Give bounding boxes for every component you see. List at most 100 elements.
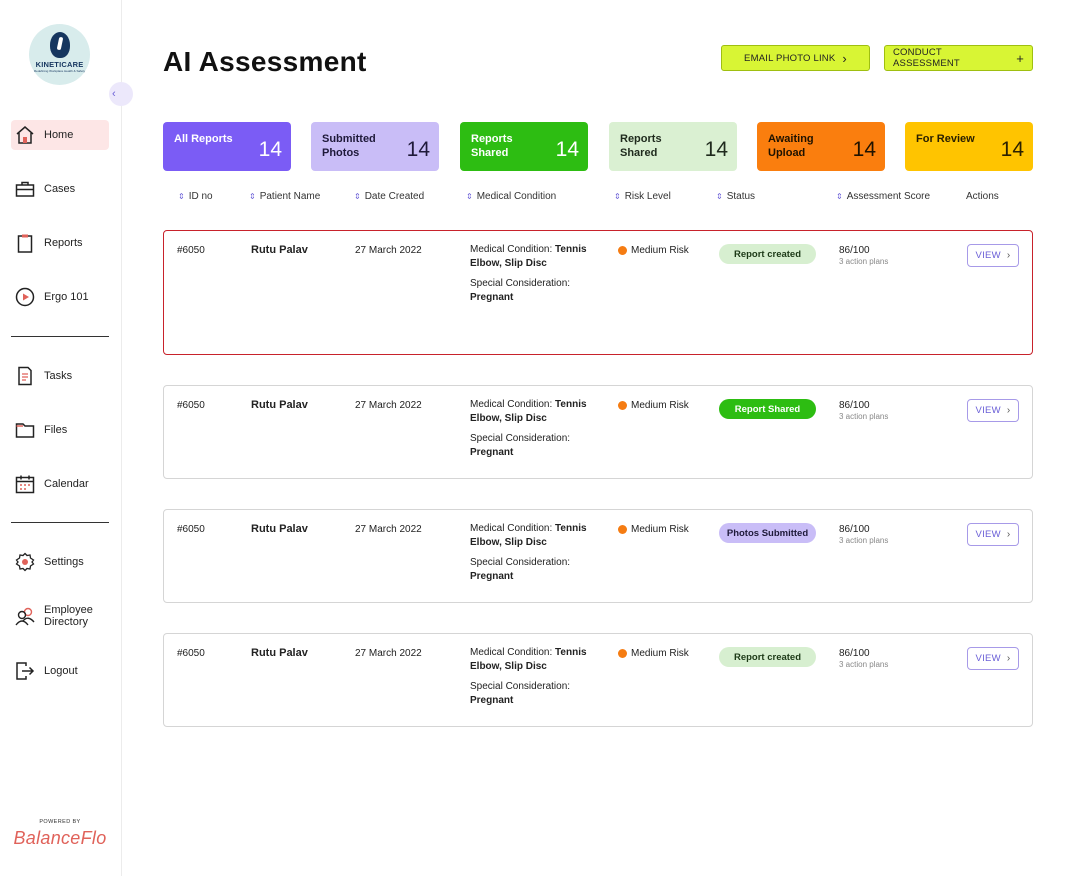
plus-icon: + — [1016, 50, 1024, 66]
stat-card-count: 14 — [852, 138, 876, 161]
row-assessment-score: 86/100 3 action plans — [839, 245, 888, 266]
row-assessment-score: 86/100 3 action plans — [839, 400, 888, 421]
play-circle-icon — [15, 287, 35, 307]
special-consideration-value: Pregnant — [470, 292, 514, 303]
sidebar-item-home[interactable]: Home — [11, 120, 109, 150]
stat-card[interactable]: Reports Shared 14 — [609, 122, 737, 171]
stat-card-label: Reports Shared — [620, 133, 662, 159]
row-risk-level: Medium Risk — [618, 524, 689, 535]
sidebar-item-ergo-101[interactable]: Ergo 101 — [11, 282, 109, 312]
row-special-consideration: Special Consideration: Pregnant — [470, 556, 605, 584]
stat-card[interactable]: All Reports 14 — [163, 122, 291, 171]
stat-card-label: All Reports — [174, 133, 233, 145]
sort-icon: ⇕ — [466, 191, 473, 201]
column-header-status[interactable]: ⇕ Status — [716, 191, 755, 202]
score-value: 86/100 — [839, 245, 870, 256]
row-date-created: 27 March 2022 — [355, 524, 422, 535]
sidebar-item-calendar[interactable]: Calendar — [11, 469, 109, 499]
home-icon — [15, 125, 35, 145]
logo-figure-icon — [49, 32, 70, 58]
gear-icon — [15, 552, 35, 572]
row-special-consideration: Special Consideration: Pregnant — [470, 277, 605, 305]
clipboard-icon — [15, 233, 35, 253]
view-button[interactable]: VIEW › — [967, 244, 1019, 267]
row-risk-level: Medium Risk — [618, 648, 689, 659]
special-consideration-value: Pregnant — [470, 571, 514, 582]
row-risk-level: Medium Risk — [618, 245, 689, 256]
view-button[interactable]: VIEW › — [967, 523, 1019, 546]
column-header-medical-condition[interactable]: ⇕ Medical Condition — [466, 191, 556, 202]
row-medical-condition: Medical Condition: Tennis Elbow, Slip Di… — [470, 243, 605, 271]
stat-card[interactable]: Submitted Photos 14 — [311, 122, 439, 171]
risk-dot-icon — [618, 401, 627, 410]
collapse-sidebar-button[interactable]: ‹ — [109, 82, 133, 106]
table-row[interactable]: #6050 Rutu Palav 27 March 2022 Medical Cond… — [163, 230, 1033, 355]
stat-card-count: 14 — [1000, 138, 1024, 161]
sidebar-item-reports[interactable]: Reports — [11, 228, 109, 258]
score-action-plans: 3 action plans — [839, 412, 889, 421]
briefcase-icon — [15, 179, 35, 199]
special-consideration-label: Special Consideration: — [470, 681, 571, 692]
view-button[interactable]: VIEW › — [967, 399, 1019, 422]
people-icon — [15, 606, 35, 626]
sidebar-item-files[interactable]: Files — [11, 415, 109, 445]
sort-icon: ⇕ — [716, 191, 723, 201]
row-patient-name: Rutu Palav — [251, 647, 308, 659]
row-medical-condition: Medical Condition: Tennis Elbow, Slip Di… — [470, 646, 605, 674]
conduct-assessment-button[interactable]: CONDUCT ASSESSMENT + — [884, 45, 1033, 71]
chevron-right-icon: › — [1006, 250, 1011, 261]
sort-icon: ⇕ — [354, 191, 361, 201]
chevron-right-icon: › — [1006, 529, 1011, 540]
email-photo-link-button[interactable]: EMAIL PHOTO LINK › — [721, 45, 870, 71]
column-header-assessment-score[interactable]: ⇕ Assessment Score — [836, 191, 930, 202]
special-consideration-value: Pregnant — [470, 695, 514, 706]
special-consideration-label: Special Consideration: — [470, 278, 571, 289]
column-header-date-created[interactable]: ⇕ Date Created — [354, 191, 424, 202]
table-row[interactable]: #6050 Rutu Palav 27 March 2022 Medical Cond… — [163, 385, 1033, 479]
page-title: AI Assessment — [163, 46, 367, 77]
row-id: #6050 — [177, 524, 205, 535]
task-list-icon — [15, 366, 35, 386]
status-badge: Report created — [719, 244, 816, 264]
row-id: #6050 — [177, 648, 205, 659]
column-header-patient-name[interactable]: ⇕ Patient Name — [249, 191, 320, 202]
sidebar-item-cases[interactable]: Cases — [11, 174, 109, 204]
sidebar-item-logout[interactable]: Logout — [11, 656, 109, 686]
row-special-consideration: Special Consideration: Pregnant — [470, 680, 605, 708]
stat-card-count: 14 — [406, 138, 430, 161]
row-id: #6050 — [177, 245, 205, 256]
kineticare-logo[interactable]: KINETICARE Redefining Workplace Health &… — [29, 24, 90, 85]
status-badge: Report created — [719, 647, 816, 667]
row-patient-name: Rutu Palav — [251, 523, 308, 535]
sidebar-item-settings[interactable]: Settings — [11, 547, 109, 577]
column-header-id[interactable]: ⇕ ID no — [178, 191, 213, 202]
risk-dot-icon — [618, 525, 627, 534]
view-button-label: VIEW — [975, 250, 1001, 261]
stat-card-count: 14 — [704, 138, 728, 161]
sidebar-item-tasks[interactable]: Tasks — [11, 361, 109, 391]
sort-icon: ⇕ — [614, 191, 621, 201]
table-row[interactable]: #6050 Rutu Palav 27 March 2022 Medical Cond… — [163, 509, 1033, 603]
status-badge: Photos Submitted — [719, 523, 816, 543]
row-assessment-score: 86/100 3 action plans — [839, 524, 888, 545]
stat-card[interactable]: For Review 14 — [905, 122, 1033, 171]
table-row[interactable]: #6050 Rutu Palav 27 March 2022 Medical Cond… — [163, 633, 1033, 727]
folder-icon — [15, 420, 35, 440]
chevron-right-icon: › — [1006, 653, 1011, 664]
stat-card-label: Awaiting Upload — [768, 133, 814, 159]
calendar-icon — [15, 474, 35, 494]
risk-dot-icon — [618, 246, 627, 255]
column-header-risk-level[interactable]: ⇕ Risk Level — [614, 191, 671, 202]
sidebar-item-employee-directory[interactable]: Employee Directory — [11, 601, 109, 631]
stat-card[interactable]: Awaiting Upload 14 — [757, 122, 885, 171]
stat-card-count: 14 — [555, 138, 579, 161]
stat-card[interactable]: Reports Shared 14 — [460, 122, 588, 171]
score-action-plans: 3 action plans — [839, 660, 889, 669]
row-assessment-score: 86/100 3 action plans — [839, 648, 888, 669]
stat-card-count: 14 — [258, 138, 282, 161]
stat-card-label: For Review — [916, 133, 975, 145]
sidebar: KINETICARE Redefining Workplace Health &… — [0, 0, 133, 876]
view-button[interactable]: VIEW › — [967, 647, 1019, 670]
sort-icon: ⇕ — [249, 191, 256, 201]
medical-condition-label: Medical Condition: — [470, 523, 556, 534]
